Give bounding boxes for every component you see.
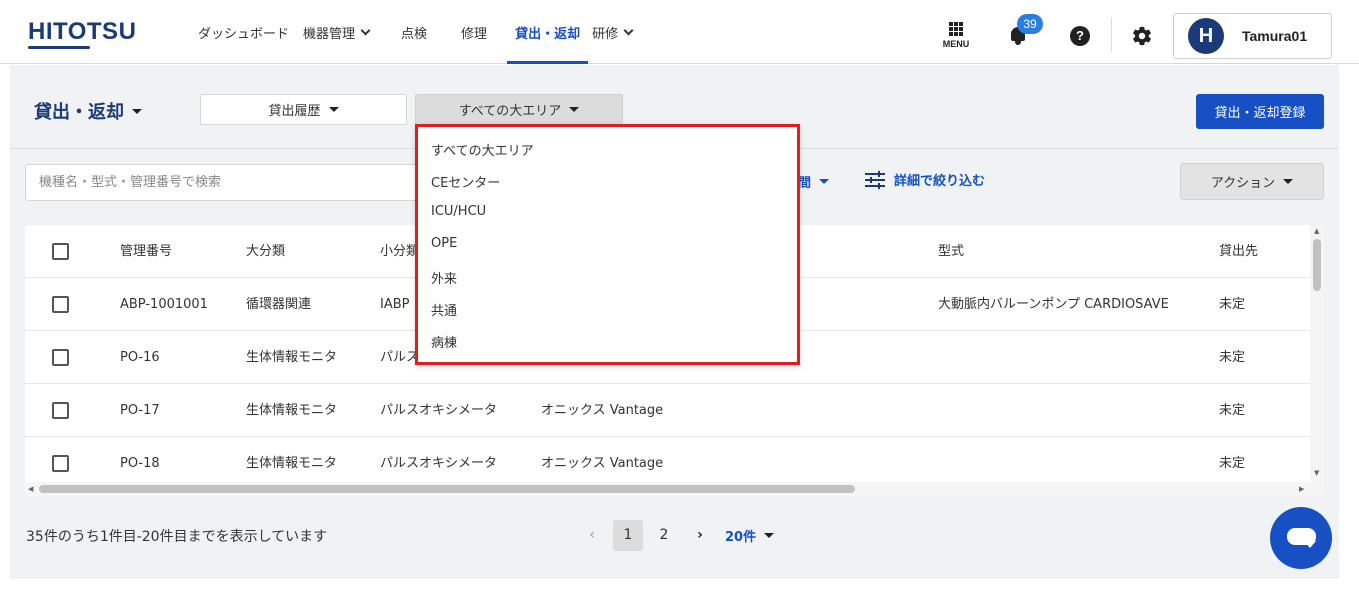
row-checkbox[interactable]: [52, 455, 69, 472]
area-label: すべての大エリア: [458, 104, 562, 119]
cell-destination: 未定: [1219, 403, 1246, 418]
app-logo[interactable]: HITOTSU: [28, 18, 136, 46]
dropdown-option[interactable]: すべての大エリア: [431, 140, 534, 159]
nav-dashboard[interactable]: ダッシュボード: [190, 0, 297, 64]
cell-minor: パルスオキシメータ: [380, 403, 498, 418]
nav-label: 貸出・返却: [515, 26, 581, 42]
horizontal-scroll-thumb[interactable]: [39, 485, 855, 493]
help-icon[interactable]: ?: [1070, 26, 1090, 46]
page-title: 貸出・返却: [34, 102, 124, 123]
caret-down-icon: [1283, 179, 1294, 184]
logo-underline: [28, 46, 90, 49]
cell-product: オニックス Vantage: [541, 403, 664, 418]
dropdown-option[interactable]: OPE: [431, 236, 457, 251]
caret-down-icon: [132, 108, 142, 114]
scroll-down-icon[interactable]: ▼: [1314, 469, 1319, 477]
page-1-button[interactable]: 1: [613, 520, 643, 551]
menu-label: MENU: [942, 39, 970, 49]
chat-bubble-tail: [1304, 541, 1316, 548]
lending-register-button[interactable]: 貸出・返却登録: [1196, 94, 1324, 129]
vertical-scroll-thumb[interactable]: [1313, 239, 1321, 291]
action-label: アクション: [1210, 176, 1276, 191]
row-checkbox[interactable]: [52, 402, 69, 419]
nav-training[interactable]: 研修: [584, 0, 640, 64]
cell-destination: 未定: [1219, 297, 1246, 312]
search-input[interactable]: 機種名・型式・管理番号で検索: [25, 164, 445, 201]
per-page-value: 20件: [725, 530, 757, 545]
prev-page-button[interactable]: ‹: [577, 520, 607, 551]
grid-menu-icon: [949, 22, 963, 36]
page-2-button[interactable]: 2: [649, 520, 679, 551]
cell-minor: パルス: [380, 350, 420, 365]
cell-id: PO-16: [120, 350, 160, 365]
area-dropdown-menu: すべての大エリア CEセンター ICU/HCU OPE 外来 共通 病棟: [415, 124, 800, 365]
cell-model: 大動脈内バルーンポンプ CARDIOSAVE: [938, 297, 1169, 312]
caret-down-icon: [764, 533, 775, 538]
dropdown-option[interactable]: CEセンター: [431, 172, 500, 191]
nav-lending[interactable]: 貸出・返却: [507, 0, 589, 64]
nav-inspection[interactable]: 点検: [393, 0, 435, 64]
nav-label: ダッシュボード: [198, 26, 290, 42]
nav-label: 点検: [401, 26, 428, 42]
chevron-down-icon: [360, 25, 371, 35]
column-header[interactable]: 大分類: [246, 225, 285, 278]
cell-major: 生体情報モニタ: [246, 350, 338, 365]
header-divider: [1111, 18, 1112, 52]
pagination: ‹ 1 2 › 20件: [577, 520, 775, 551]
action-button[interactable]: アクション: [1180, 163, 1324, 200]
chat-support-button[interactable]: [1270, 507, 1332, 569]
notification-badge: 39: [1017, 14, 1043, 34]
caret-down-icon: [569, 107, 580, 112]
cell-id: ABP-1001001: [120, 297, 208, 312]
cell-id: PO-17: [120, 403, 160, 418]
row-checkbox[interactable]: [52, 296, 69, 313]
column-header[interactable]: 型式: [938, 225, 964, 278]
table-row[interactable]: PO-17 生体情報モニタ パルスオキシメータ オニックス Vantage 未定: [25, 384, 1310, 437]
user-menu-button[interactable]: H Tamura01: [1173, 13, 1332, 59]
caret-down-icon: [819, 179, 830, 184]
history-label: 貸出履歴: [268, 104, 321, 119]
detail-filter-button[interactable]: 詳細で絞り込む: [865, 170, 985, 189]
horizontal-scrollbar[interactable]: ◀ ▶: [25, 482, 1324, 496]
dropdown-option[interactable]: 外来: [431, 268, 457, 287]
dropdown-option[interactable]: 病棟: [431, 332, 457, 351]
column-header[interactable]: 貸出先: [1219, 225, 1258, 278]
lending-history-button[interactable]: 貸出履歴: [200, 94, 407, 125]
main-nav: ダッシュボード 機器管理 点検 修理 貸出・返却 研修: [190, 0, 650, 64]
cell-major: 生体情報モニタ: [246, 403, 338, 418]
nav-label: 研修: [592, 26, 619, 42]
dropdown-option[interactable]: 共通: [431, 300, 457, 319]
nav-label: 機器管理: [303, 26, 356, 42]
vertical-scrollbar[interactable]: ▲ ▼: [1310, 225, 1324, 482]
scroll-left-icon[interactable]: ◀: [28, 485, 33, 493]
nav-equipment[interactable]: 機器管理: [295, 0, 377, 64]
cell-minor: IABP: [380, 297, 410, 312]
user-name: Tamura01: [1242, 28, 1308, 44]
caret-down-icon: [328, 107, 339, 112]
filter-label: 詳細で絞り込む: [894, 174, 986, 189]
column-header[interactable]: 管理番号: [120, 225, 172, 278]
avatar: H: [1188, 18, 1224, 54]
column-header[interactable]: 小分類: [380, 225, 419, 278]
filter-sliders-icon: [865, 170, 885, 189]
result-summary: 35件のうち1件目-20件目までを表示しています: [26, 529, 328, 545]
top-header: HITOTSU ダッシュボード 機器管理 点検 修理 貸出・返却 研修 MENU…: [0, 0, 1359, 64]
period-filter-button[interactable]: 間: [798, 172, 830, 191]
gear-icon[interactable]: [1131, 25, 1153, 47]
area-filter-button[interactable]: すべての大エリア: [415, 94, 623, 125]
page-title-dropdown[interactable]: 貸出・返却: [34, 98, 142, 124]
scroll-up-icon[interactable]: ▲: [1314, 227, 1319, 235]
nav-label: 修理: [461, 26, 488, 42]
menu-button[interactable]: MENU: [940, 22, 972, 49]
scroll-right-icon[interactable]: ▶: [1299, 485, 1304, 493]
next-page-button[interactable]: ›: [685, 520, 715, 551]
per-page-select[interactable]: 20件: [725, 526, 775, 545]
chevron-down-icon: [623, 25, 634, 35]
row-checkbox[interactable]: [52, 349, 69, 366]
nav-repair[interactable]: 修理: [453, 0, 495, 64]
dropdown-option[interactable]: ICU/HCU: [431, 204, 486, 219]
select-all-checkbox[interactable]: [52, 243, 69, 260]
cell-major: 循環器関連: [246, 297, 312, 312]
cell-destination: 未定: [1219, 350, 1246, 365]
